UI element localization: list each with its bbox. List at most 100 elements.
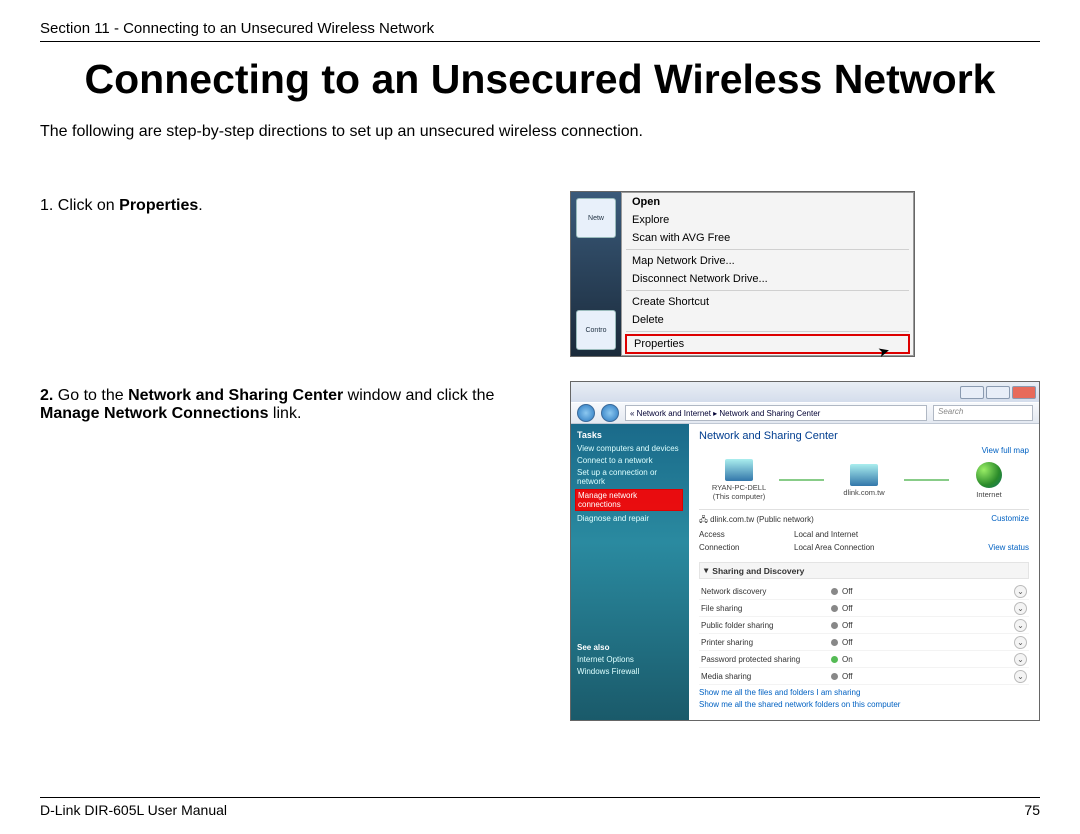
sharing-label: Public folder sharing <box>701 621 831 630</box>
seealso-internet-options[interactable]: Internet Options <box>577 655 683 664</box>
expand-button[interactable]: ⌄ <box>1014 585 1027 598</box>
globe-icon <box>976 462 1002 488</box>
pc-sub: (This computer) <box>699 492 779 501</box>
status-dot-icon <box>831 605 838 612</box>
sharing-value: Off <box>842 672 1014 681</box>
menu-scan-avg[interactable]: Scan with AVG Free <box>622 229 913 247</box>
window-titlebar <box>571 382 1039 402</box>
show-me-files-link[interactable]: Show me all the files and folders I am s… <box>699 688 1029 697</box>
node-router: dlink.com.tw <box>824 464 904 497</box>
control-panel-desktop-icon: Contro <box>576 310 616 350</box>
nav-forward-button[interactable] <box>601 404 619 422</box>
task-diagnose-repair[interactable]: Diagnose and repair <box>577 514 683 523</box>
router-icon <box>850 464 878 486</box>
chevron-icon: ▾ <box>704 565 708 576</box>
toolbar: « Network and Internet ▸ Network and Sha… <box>571 402 1039 424</box>
tasks-header: Tasks <box>577 430 683 440</box>
expand-button[interactable]: ⌄ <box>1014 636 1027 649</box>
section-header: Section 11 - Connecting to an Unsecured … <box>40 20 1040 42</box>
sharing-label: Media sharing <box>701 672 831 681</box>
sharing-value: On <box>842 655 1014 664</box>
sharing-row: Password protected sharing On⌄ <box>699 651 1029 668</box>
access-label: Access <box>699 530 794 539</box>
sharing-row: Network discovery Off⌄ <box>699 583 1029 600</box>
task-connect-network[interactable]: Connect to a network <box>577 456 683 465</box>
main-panel: Network and Sharing Center View full map… <box>689 424 1039 720</box>
sharing-value: Off <box>842 604 1014 613</box>
address-bar[interactable]: « Network and Internet ▸ Network and Sha… <box>625 405 927 421</box>
step2-num: 2. <box>40 387 58 404</box>
sharing-label: Network discovery <box>701 587 831 596</box>
network-name-label: 🖧 dlink.com.tw (Public network) <box>699 514 814 528</box>
step2-b2: Manage Network Connections <box>40 405 268 422</box>
step-2-row: 2. Go to the Network and Sharing Center … <box>40 381 1040 721</box>
sharing-row: File sharing Off⌄ <box>699 600 1029 617</box>
menu-properties[interactable]: Properties ➤ <box>625 334 910 354</box>
nav-back-button[interactable] <box>577 404 595 422</box>
node-this-pc: RYAN-PC-DELL (This computer) <box>699 459 779 501</box>
view-status-link[interactable]: View status <box>980 543 1029 552</box>
sharing-label: Password protected sharing <box>701 655 831 664</box>
footer-page-number: 75 <box>1024 802 1040 818</box>
sharing-row: Public folder sharing Off⌄ <box>699 617 1029 634</box>
step-1-row: 1. Click on Properties. Netw Contro Open… <box>40 191 1040 357</box>
menu-disconnect-drive[interactable]: Disconnect Network Drive... <box>622 270 913 288</box>
task-manage-network-connections[interactable]: Manage network connections <box>575 489 683 511</box>
expand-button[interactable]: ⌄ <box>1014 653 1027 666</box>
sharing-value: Off <box>842 587 1014 596</box>
customize-link[interactable]: Customize <box>991 514 1029 528</box>
menu-create-shortcut[interactable]: Create Shortcut <box>622 293 913 311</box>
connection-value: Local Area Connection <box>794 543 980 552</box>
expand-button[interactable]: ⌄ <box>1014 602 1027 615</box>
connection-label: Connection <box>699 543 794 552</box>
node-internet: Internet <box>949 462 1029 499</box>
view-full-map-link[interactable]: View full map <box>699 446 1029 455</box>
minimize-button[interactable] <box>960 386 984 399</box>
menu-map-drive[interactable]: Map Network Drive... <box>622 252 913 270</box>
task-setup-connection[interactable]: Set up a connection or network <box>577 468 683 486</box>
status-dot-icon <box>831 622 838 629</box>
router-name: dlink.com.tw <box>824 488 904 497</box>
sharing-row: Media sharing Off⌄ <box>699 668 1029 685</box>
sidebar: Tasks View computers and devices Connect… <box>571 424 689 720</box>
sharing-discovery-header[interactable]: ▾ Sharing and Discovery <box>699 562 1029 579</box>
intro-paragraph: The following are step-by-step direction… <box>40 123 1040 141</box>
status-dot-icon <box>831 639 838 646</box>
menu-open[interactable]: Open <box>622 193 913 211</box>
menu-explore[interactable]: Explore <box>622 211 913 229</box>
sharing-row: Printer sharingOff⌄ <box>699 634 1029 651</box>
sharing-label: Printer sharing <box>701 638 831 647</box>
step2-p2: window and click the <box>343 387 494 404</box>
see-also-header: See also <box>577 643 683 652</box>
sharing-label: File sharing <box>701 604 831 613</box>
task-view-computers[interactable]: View computers and devices <box>577 444 683 453</box>
step1-suffix: . <box>198 197 202 214</box>
computer-icon <box>725 459 753 481</box>
expand-button[interactable]: ⌄ <box>1014 670 1027 683</box>
close-button[interactable] <box>1012 386 1036 399</box>
maximize-button[interactable] <box>986 386 1010 399</box>
step1-prefix: 1. Click on <box>40 197 119 214</box>
network-sharing-center-screenshot: « Network and Internet ▸ Network and Sha… <box>570 381 1040 721</box>
page-footer: D-Link DIR-605L User Manual 75 <box>40 797 1040 818</box>
step2-p1: Go to the <box>58 387 128 404</box>
search-input[interactable]: Search <box>933 405 1033 421</box>
footer-manual-name: D-Link DIR-605L User Manual <box>40 802 227 818</box>
internet-label: Internet <box>949 490 1029 499</box>
show-me-folders-link[interactable]: Show me all the shared network folders o… <box>699 700 1029 709</box>
step-2-text: 2. Go to the Network and Sharing Center … <box>40 381 570 423</box>
step1-bold: Properties <box>119 197 198 214</box>
sharing-value: Off <box>842 621 1014 630</box>
step-1-text: 1. Click on Properties. <box>40 191 570 215</box>
access-value: Local and Internet <box>794 530 1029 539</box>
menu-delete[interactable]: Delete <box>622 311 913 329</box>
network-map: RYAN-PC-DELL (This computer) dlink.com.t… <box>699 459 1029 501</box>
context-menu: Open Explore Scan with AVG Free Map Netw… <box>621 192 914 356</box>
seealso-windows-firewall[interactable]: Windows Firewall <box>577 667 683 676</box>
expand-button[interactable]: ⌄ <box>1014 619 1027 632</box>
main-title: Network and Sharing Center <box>699 430 1029 442</box>
status-dot-icon <box>831 656 838 663</box>
step2-b1: Network and Sharing Center <box>128 387 343 404</box>
status-dot-icon <box>831 673 838 680</box>
cursor-icon: ➤ <box>876 342 892 361</box>
